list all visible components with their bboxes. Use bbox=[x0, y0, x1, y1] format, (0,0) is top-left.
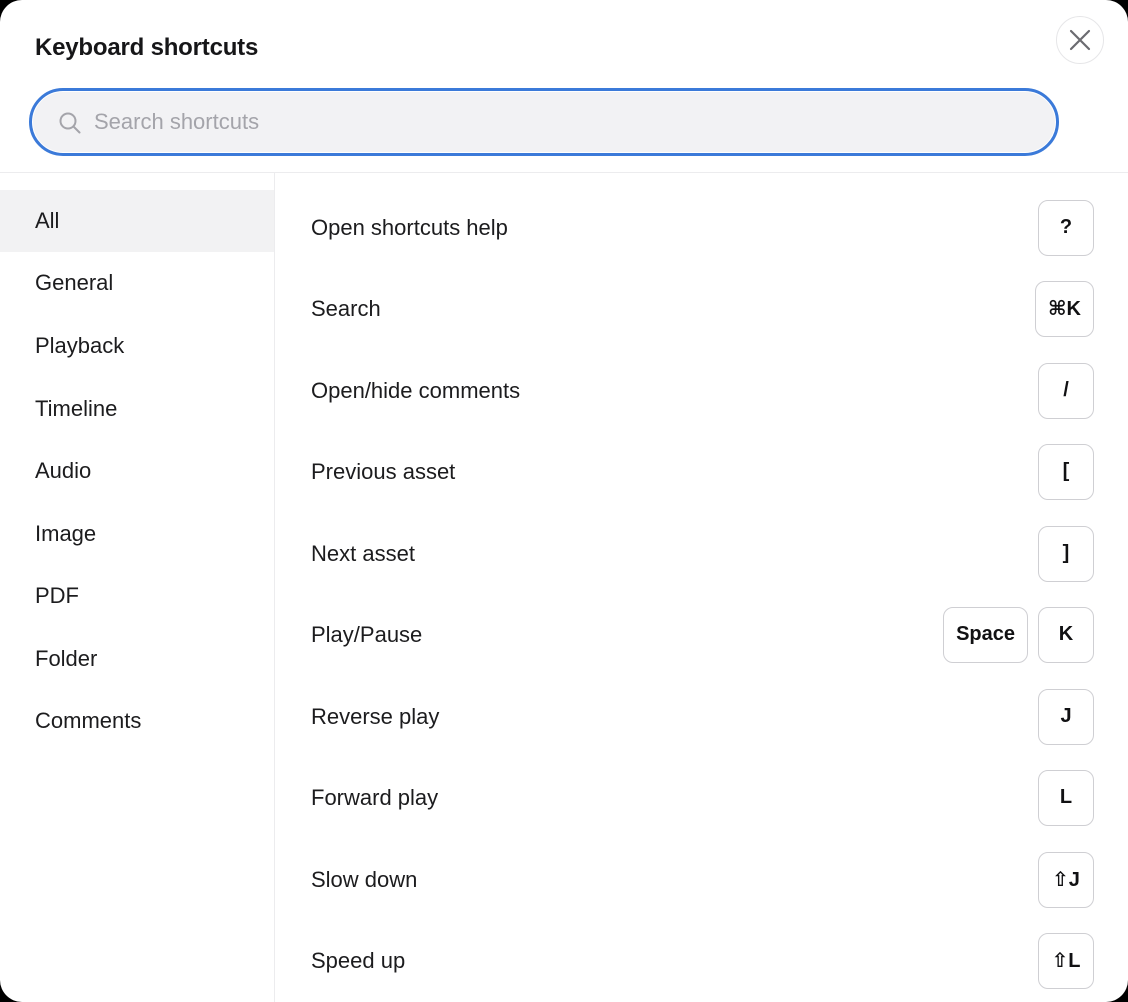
sidebar-item-timeline[interactable]: Timeline bbox=[0, 378, 274, 440]
shortcut-row: Open shortcuts help ? bbox=[275, 187, 1128, 268]
keyboard-shortcuts-dialog: Keyboard shortcuts All General Playback … bbox=[0, 0, 1128, 1002]
shortcut-row: Reverse play J bbox=[275, 676, 1128, 757]
keycap: ⇧J bbox=[1038, 851, 1094, 908]
shortcut-keys: / bbox=[1038, 350, 1094, 431]
shortcut-keys: ? bbox=[1038, 187, 1094, 268]
sidebar-item-comments[interactable]: Comments bbox=[0, 690, 274, 752]
shortcut-label: Previous asset bbox=[311, 458, 456, 484]
category-sidebar: All General Playback Timeline Audio Imag… bbox=[0, 173, 275, 1002]
shortcut-label: Speed up bbox=[311, 947, 406, 973]
shortcut-row: Search ⌘K bbox=[275, 268, 1128, 349]
sidebar-item-folder[interactable]: Folder bbox=[0, 628, 274, 690]
close-button[interactable] bbox=[1056, 16, 1104, 64]
shortcut-keys: ] bbox=[1038, 513, 1094, 594]
keycap: ] bbox=[1038, 525, 1094, 582]
keycap: / bbox=[1038, 362, 1094, 419]
shortcut-row: Speed up ⇧L bbox=[275, 920, 1128, 1001]
keycap: Space bbox=[943, 606, 1028, 663]
shortcut-keys: [ bbox=[1038, 431, 1094, 512]
shortcut-label: Forward play bbox=[311, 784, 439, 810]
keycap: L bbox=[1038, 769, 1094, 826]
keycap: ⌘K bbox=[1035, 280, 1094, 337]
shortcut-keys: ⇧J bbox=[1038, 839, 1094, 920]
search-icon bbox=[59, 112, 81, 134]
shortcut-row: Next asset ] bbox=[275, 513, 1128, 594]
keycap: ? bbox=[1038, 199, 1094, 256]
shortcut-keys: ⇧L bbox=[1038, 920, 1094, 1001]
shortcut-row: Open/hide comments / bbox=[275, 350, 1128, 431]
keycap: [ bbox=[1038, 443, 1094, 500]
shortcut-row: Play/Pause Space K bbox=[275, 594, 1128, 675]
close-icon bbox=[1069, 29, 1091, 51]
keycap: ⇧L bbox=[1038, 932, 1094, 989]
shortcut-label: Search bbox=[311, 295, 381, 321]
shortcut-label: Play/Pause bbox=[311, 621, 423, 647]
search-input[interactable] bbox=[94, 91, 994, 153]
dialog-title: Keyboard shortcuts bbox=[35, 34, 259, 61]
shortcut-keys: ⌘K bbox=[1035, 268, 1094, 349]
shortcut-label: Open/hide comments bbox=[311, 377, 521, 403]
sidebar-item-image[interactable]: Image bbox=[0, 503, 274, 565]
keycap: J bbox=[1038, 688, 1094, 745]
sidebar-item-pdf[interactable]: PDF bbox=[0, 565, 274, 627]
shortcut-keys: J bbox=[1038, 676, 1094, 757]
shortcut-list: Open shortcuts help ? Search ⌘K Open/hid… bbox=[275, 173, 1128, 1002]
shortcut-label: Next asset bbox=[311, 540, 415, 566]
shortcut-keys: L bbox=[1038, 757, 1094, 838]
keycap: K bbox=[1038, 606, 1094, 663]
shortcut-row: Slow down ⇧J bbox=[275, 839, 1128, 920]
sidebar-item-audio[interactable]: Audio bbox=[0, 440, 274, 502]
shortcut-label: Reverse play bbox=[311, 703, 440, 729]
sidebar-item-playback[interactable]: Playback bbox=[0, 315, 274, 377]
search-box[interactable] bbox=[29, 88, 1059, 156]
sidebar-item-general[interactable]: General bbox=[0, 252, 274, 314]
shortcut-label: Slow down bbox=[311, 866, 418, 892]
shortcut-keys: Space K bbox=[943, 594, 1094, 675]
shortcut-label: Open shortcuts help bbox=[311, 214, 508, 240]
shortcut-row: Forward play L bbox=[275, 757, 1128, 838]
sidebar-item-all[interactable]: All bbox=[0, 190, 274, 252]
shortcut-row: Previous asset [ bbox=[275, 431, 1128, 512]
dialog-header: Keyboard shortcuts bbox=[0, 0, 1128, 173]
